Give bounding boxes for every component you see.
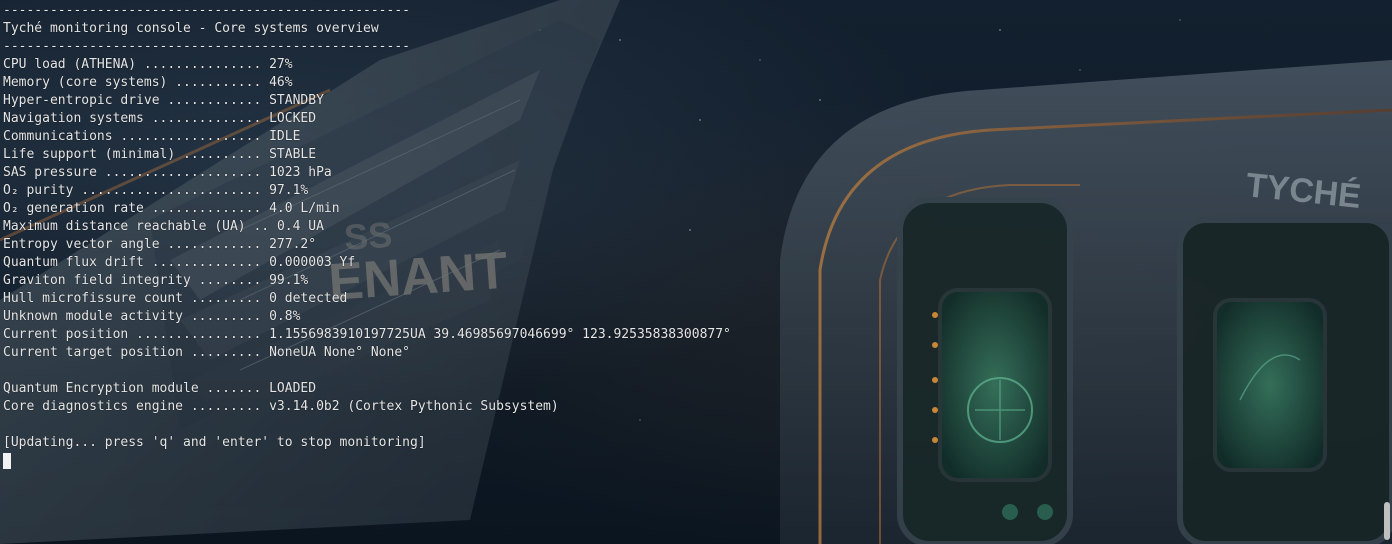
vertical-scrollbar[interactable]	[1380, 0, 1392, 544]
module-row-encryption: Quantum Encryption module ....... LOADED	[3, 380, 731, 398]
terminal-output: ----------------------------------------…	[3, 2, 731, 470]
status-label: Hull microfissure count .........	[3, 291, 262, 306]
status-label: Memory (core systems) ...........	[3, 75, 262, 90]
status-value: 0.000003 Yf	[269, 255, 356, 270]
ship-module-right: TYCHÉ	[780, 60, 1392, 544]
status-row-target-position: Current target position ......... NoneUA…	[3, 344, 731, 362]
status-row-unknown-module: Unknown module activity ......... 0.8%	[3, 308, 731, 326]
update-prompt: [Updating... press 'q' and 'enter' to st…	[3, 435, 426, 450]
status-label: Hyper-entropic drive ............	[3, 93, 262, 108]
scrollbar-thumb[interactable]	[1384, 502, 1390, 540]
status-label: Current position ................	[3, 327, 262, 342]
status-row-flux-drift: Quantum flux drift .............. 0.0000…	[3, 254, 731, 272]
console-title: Tyché monitoring console - Core systems …	[3, 21, 379, 36]
status-row-life-support: Life support (minimal) .......... STABLE	[3, 146, 731, 164]
module-label: Core diagnostics engine .........	[3, 399, 262, 414]
status-value: 27%	[269, 57, 293, 72]
status-value: 0.4 UA	[276, 219, 324, 234]
status-label: Current target position .........	[3, 345, 262, 360]
status-value: 46%	[269, 75, 293, 90]
input-line[interactable]	[3, 452, 731, 470]
module-label: Quantum Encryption module .......	[3, 381, 262, 396]
module-value: v3.14.0b2 (Cortex Pythonic Subsystem)	[269, 399, 559, 414]
status-label: Quantum flux drift ..............	[3, 255, 262, 270]
status-row-o2-purity: O₂ purity ....................... 97.1%	[3, 182, 731, 200]
status-value: STABLE	[269, 147, 317, 162]
status-value: 0 detected	[269, 291, 348, 306]
module-row-diagnostics: Core diagnostics engine ......... v3.14.…	[3, 398, 731, 416]
status-value: 0.8%	[269, 309, 301, 324]
status-label: O₂ generation rate ..............	[3, 201, 262, 216]
status-row-communications: Communications .................. IDLE	[3, 128, 731, 146]
status-label: Maximum distance reachable (UA) ..	[3, 219, 270, 234]
separator-top: ----------------------------------------…	[3, 3, 410, 18]
status-row-navigation: Navigation systems .............. LOCKED	[3, 110, 731, 128]
status-value: 1023 hPa	[269, 165, 332, 180]
status-label: O₂ purity .......................	[3, 183, 262, 198]
hull-text-tyche: TYCHÉ	[1244, 166, 1363, 216]
status-value: STANDBY	[269, 93, 324, 108]
status-label: CPU load (ATHENA) ...............	[3, 57, 262, 72]
terminal-window[interactable]: ENANT SS TYCHÉ -------------------------…	[0, 0, 1392, 544]
status-row-graviton: Graviton field integrity ........ 99.1%	[3, 272, 731, 290]
status-value: 1.1556983910197725UA 39.46985697046699° …	[269, 327, 731, 342]
status-value: LOCKED	[269, 111, 317, 126]
status-row-o2-rate: O₂ generation rate .............. 4.0 L/…	[3, 200, 731, 218]
status-label: Navigation systems ..............	[3, 111, 262, 126]
status-row-max-distance: Maximum distance reachable (UA) .. 0.4 U…	[3, 218, 731, 236]
status-label: SAS pressure ....................	[3, 165, 262, 180]
status-label: Life support (minimal) ..........	[3, 147, 262, 162]
status-value: IDLE	[269, 129, 301, 144]
status-label: Graviton field integrity ........	[3, 273, 262, 288]
text-cursor	[3, 453, 11, 469]
module-value: LOADED	[269, 381, 317, 396]
status-label: Unknown module activity .........	[3, 309, 262, 324]
status-row-cpu: CPU load (ATHENA) ............... 27%	[3, 56, 731, 74]
status-value: 99.1%	[269, 273, 309, 288]
status-label: Communications ..................	[3, 129, 262, 144]
status-value: 277.2°	[269, 237, 317, 252]
status-value: NoneUA None° None°	[269, 345, 410, 360]
status-value: 97.1%	[269, 183, 309, 198]
status-row-hull: Hull microfissure count ......... 0 dete…	[3, 290, 731, 308]
separator-bottom: ----------------------------------------…	[3, 39, 410, 54]
status-row-memory: Memory (core systems) ........... 46%	[3, 74, 731, 92]
status-label: Entropy vector angle ............	[3, 237, 262, 252]
status-row-current-position: Current position ................ 1.1556…	[3, 326, 731, 344]
status-row-entropy-angle: Entropy vector angle ............ 277.2°	[3, 236, 731, 254]
status-value: 4.0 L/min	[269, 201, 340, 216]
status-row-sas-pressure: SAS pressure .................... 1023 h…	[3, 164, 731, 182]
status-row-drive: Hyper-entropic drive ............ STANDB…	[3, 92, 731, 110]
